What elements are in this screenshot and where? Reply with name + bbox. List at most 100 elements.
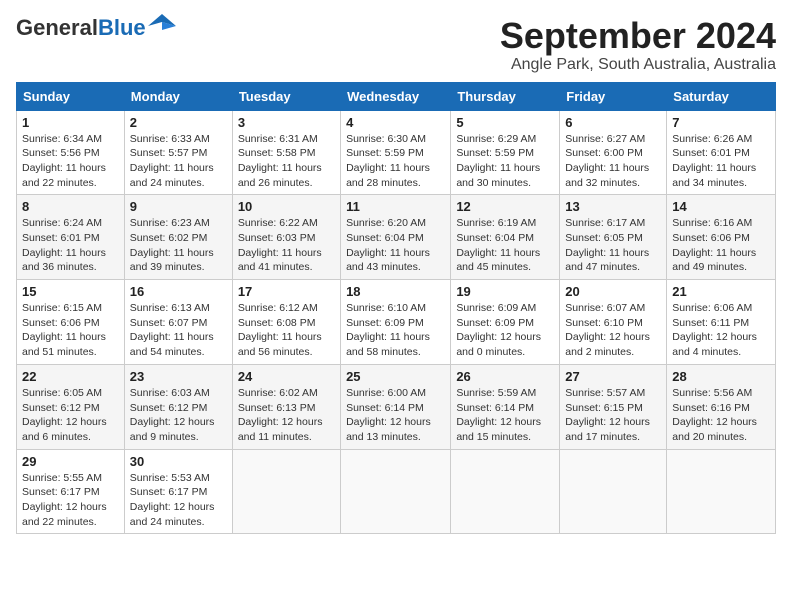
col-saturday: Saturday (667, 82, 776, 110)
calendar-cell (341, 449, 451, 534)
header-row: Sunday Monday Tuesday Wednesday Thursday… (17, 82, 776, 110)
day-info: Sunrise: 6:33 AMSunset: 5:57 PMDaylight:… (130, 133, 214, 189)
calendar-cell: 22 Sunrise: 6:05 AMSunset: 6:12 PMDayligh… (17, 364, 125, 449)
logo: GeneralBlue (16, 16, 176, 40)
day-number: 15 (22, 284, 119, 299)
day-number: 23 (130, 369, 227, 384)
day-info: Sunrise: 6:05 AMSunset: 6:12 PMDaylight:… (22, 387, 107, 443)
day-info: Sunrise: 6:16 AMSunset: 6:06 PMDaylight:… (672, 217, 756, 273)
month-title: September 2024 (500, 16, 776, 56)
day-info: Sunrise: 6:23 AMSunset: 6:02 PMDaylight:… (130, 217, 214, 273)
day-number: 2 (130, 115, 227, 130)
calendar-cell: 21 Sunrise: 6:06 AMSunset: 6:11 PMDayligh… (667, 280, 776, 365)
day-number: 25 (346, 369, 445, 384)
day-number: 29 (22, 454, 119, 469)
col-thursday: Thursday (451, 82, 560, 110)
table-row: 8Sunrise: 6:24 AMSunset: 6:01 PMDaylight… (17, 195, 776, 280)
day-info: Sunrise: 6:34 AMSunset: 5:56 PMDaylight:… (22, 133, 106, 189)
day-number: 21 (672, 284, 770, 299)
calendar-cell: 5Sunrise: 6:29 AMSunset: 5:59 PMDaylight… (451, 110, 560, 195)
day-info: Sunrise: 6:30 AMSunset: 5:59 PMDaylight:… (346, 133, 430, 189)
calendar-cell: 4 Sunrise: 6:30 AMSunset: 5:59 PMDaylight… (341, 110, 451, 195)
calendar-cell: 8Sunrise: 6:24 AMSunset: 6:01 PMDaylight… (17, 195, 125, 280)
day-number: 10 (238, 199, 335, 214)
calendar-cell: 6 Sunrise: 6:27 AMSunset: 6:00 PMDaylight… (560, 110, 667, 195)
day-number: 17 (238, 284, 335, 299)
logo-text: GeneralBlue (16, 17, 146, 39)
calendar-cell: 3 Sunrise: 6:31 AMSunset: 5:58 PMDaylight… (232, 110, 340, 195)
calendar-cell: 15 Sunrise: 6:15 AMSunset: 6:06 PMDayligh… (17, 280, 125, 365)
calendar-cell: 29 Sunrise: 5:55 AMSunset: 6:17 PMDayligh… (17, 449, 125, 534)
calendar-cell: 30 Sunrise: 5:53 AMSunset: 6:17 PMDayligh… (124, 449, 232, 534)
calendar-cell: 13 Sunrise: 6:17 AMSunset: 6:05 PMDayligh… (560, 195, 667, 280)
day-number: 30 (130, 454, 227, 469)
calendar-cell: 7 Sunrise: 6:26 AMSunset: 6:01 PMDaylight… (667, 110, 776, 195)
calendar-cell: 23 Sunrise: 6:03 AMSunset: 6:12 PMDayligh… (124, 364, 232, 449)
day-number: 9 (130, 199, 227, 214)
day-number: 11 (346, 199, 445, 214)
logo-general: General (16, 15, 98, 40)
calendar-cell (232, 449, 340, 534)
day-info: Sunrise: 6:17 AMSunset: 6:05 PMDaylight:… (565, 217, 649, 273)
day-number: 8 (22, 199, 119, 214)
day-info: Sunrise: 6:26 AMSunset: 6:01 PMDaylight:… (672, 133, 756, 189)
title-area: September 2024 Angle Park, South Austral… (500, 16, 776, 74)
day-number: 6 (565, 115, 661, 130)
calendar-cell: 26Sunrise: 5:59 AMSunset: 6:14 PMDayligh… (451, 364, 560, 449)
header: GeneralBlue September 2024 Angle Park, S… (16, 16, 776, 74)
day-number: 5 (456, 115, 554, 130)
day-info: Sunrise: 6:06 AMSunset: 6:11 PMDaylight:… (672, 302, 757, 358)
day-info: Sunrise: 6:15 AMSunset: 6:06 PMDaylight:… (22, 302, 106, 358)
day-number: 14 (672, 199, 770, 214)
day-info: Sunrise: 6:10 AMSunset: 6:09 PMDaylight:… (346, 302, 430, 358)
day-number: 24 (238, 369, 335, 384)
calendar-cell: 18Sunrise: 6:10 AMSunset: 6:09 PMDayligh… (341, 280, 451, 365)
day-info: Sunrise: 6:31 AMSunset: 5:58 PMDaylight:… (238, 133, 322, 189)
day-info: Sunrise: 6:03 AMSunset: 6:12 PMDaylight:… (130, 387, 215, 443)
day-number: 19 (456, 284, 554, 299)
logo-bird-icon (148, 12, 176, 40)
day-info: Sunrise: 5:56 AMSunset: 6:16 PMDaylight:… (672, 387, 757, 443)
calendar-cell: 24 Sunrise: 6:02 AMSunset: 6:13 PMDayligh… (232, 364, 340, 449)
calendar-cell: 17Sunrise: 6:12 AMSunset: 6:08 PMDayligh… (232, 280, 340, 365)
calendar-cell: 1 Sunrise: 6:34 AMSunset: 5:56 PMDaylight… (17, 110, 125, 195)
calendar-cell: 11 Sunrise: 6:20 AMSunset: 6:04 PMDayligh… (341, 195, 451, 280)
day-number: 3 (238, 115, 335, 130)
day-info: Sunrise: 6:27 AMSunset: 6:00 PMDaylight:… (565, 133, 649, 189)
day-info: Sunrise: 5:57 AMSunset: 6:15 PMDaylight:… (565, 387, 650, 443)
day-info: Sunrise: 5:55 AMSunset: 6:17 PMDaylight:… (22, 472, 107, 528)
calendar-cell (451, 449, 560, 534)
day-number: 7 (672, 115, 770, 130)
col-wednesday: Wednesday (341, 82, 451, 110)
day-info: Sunrise: 6:22 AMSunset: 6:03 PMDaylight:… (238, 217, 322, 273)
day-info: Sunrise: 6:19 AMSunset: 6:04 PMDaylight:… (456, 217, 540, 273)
day-info: Sunrise: 5:59 AMSunset: 6:14 PMDaylight:… (456, 387, 541, 443)
col-monday: Monday (124, 82, 232, 110)
day-number: 13 (565, 199, 661, 214)
day-info: Sunrise: 6:07 AMSunset: 6:10 PMDaylight:… (565, 302, 650, 358)
day-number: 22 (22, 369, 119, 384)
calendar-table: Sunday Monday Tuesday Wednesday Thursday… (16, 82, 776, 535)
day-info: Sunrise: 6:20 AMSunset: 6:04 PMDaylight:… (346, 217, 430, 273)
table-row: 29 Sunrise: 5:55 AMSunset: 6:17 PMDayligh… (17, 449, 776, 534)
day-info: Sunrise: 6:13 AMSunset: 6:07 PMDaylight:… (130, 302, 214, 358)
day-info: Sunrise: 5:53 AMSunset: 6:17 PMDaylight:… (130, 472, 215, 528)
col-tuesday: Tuesday (232, 82, 340, 110)
day-number: 4 (346, 115, 445, 130)
calendar-cell: 14 Sunrise: 6:16 AMSunset: 6:06 PMDayligh… (667, 195, 776, 280)
col-friday: Friday (560, 82, 667, 110)
day-number: 16 (130, 284, 227, 299)
calendar-cell (560, 449, 667, 534)
calendar-cell: 27Sunrise: 5:57 AMSunset: 6:15 PMDayligh… (560, 364, 667, 449)
logo-blue: Blue (98, 15, 146, 40)
calendar-cell: 25 Sunrise: 6:00 AMSunset: 6:14 PMDayligh… (341, 364, 451, 449)
col-sunday: Sunday (17, 82, 125, 110)
calendar-cell: 28Sunrise: 5:56 AMSunset: 6:16 PMDayligh… (667, 364, 776, 449)
day-number: 20 (565, 284, 661, 299)
table-row: 1 Sunrise: 6:34 AMSunset: 5:56 PMDaylight… (17, 110, 776, 195)
day-number: 1 (22, 115, 119, 130)
day-info: Sunrise: 6:02 AMSunset: 6:13 PMDaylight:… (238, 387, 323, 443)
calendar-cell: 10 Sunrise: 6:22 AMSunset: 6:03 PMDayligh… (232, 195, 340, 280)
day-info: Sunrise: 6:00 AMSunset: 6:14 PMDaylight:… (346, 387, 431, 443)
calendar-cell: 16 Sunrise: 6:13 AMSunset: 6:07 PMDayligh… (124, 280, 232, 365)
